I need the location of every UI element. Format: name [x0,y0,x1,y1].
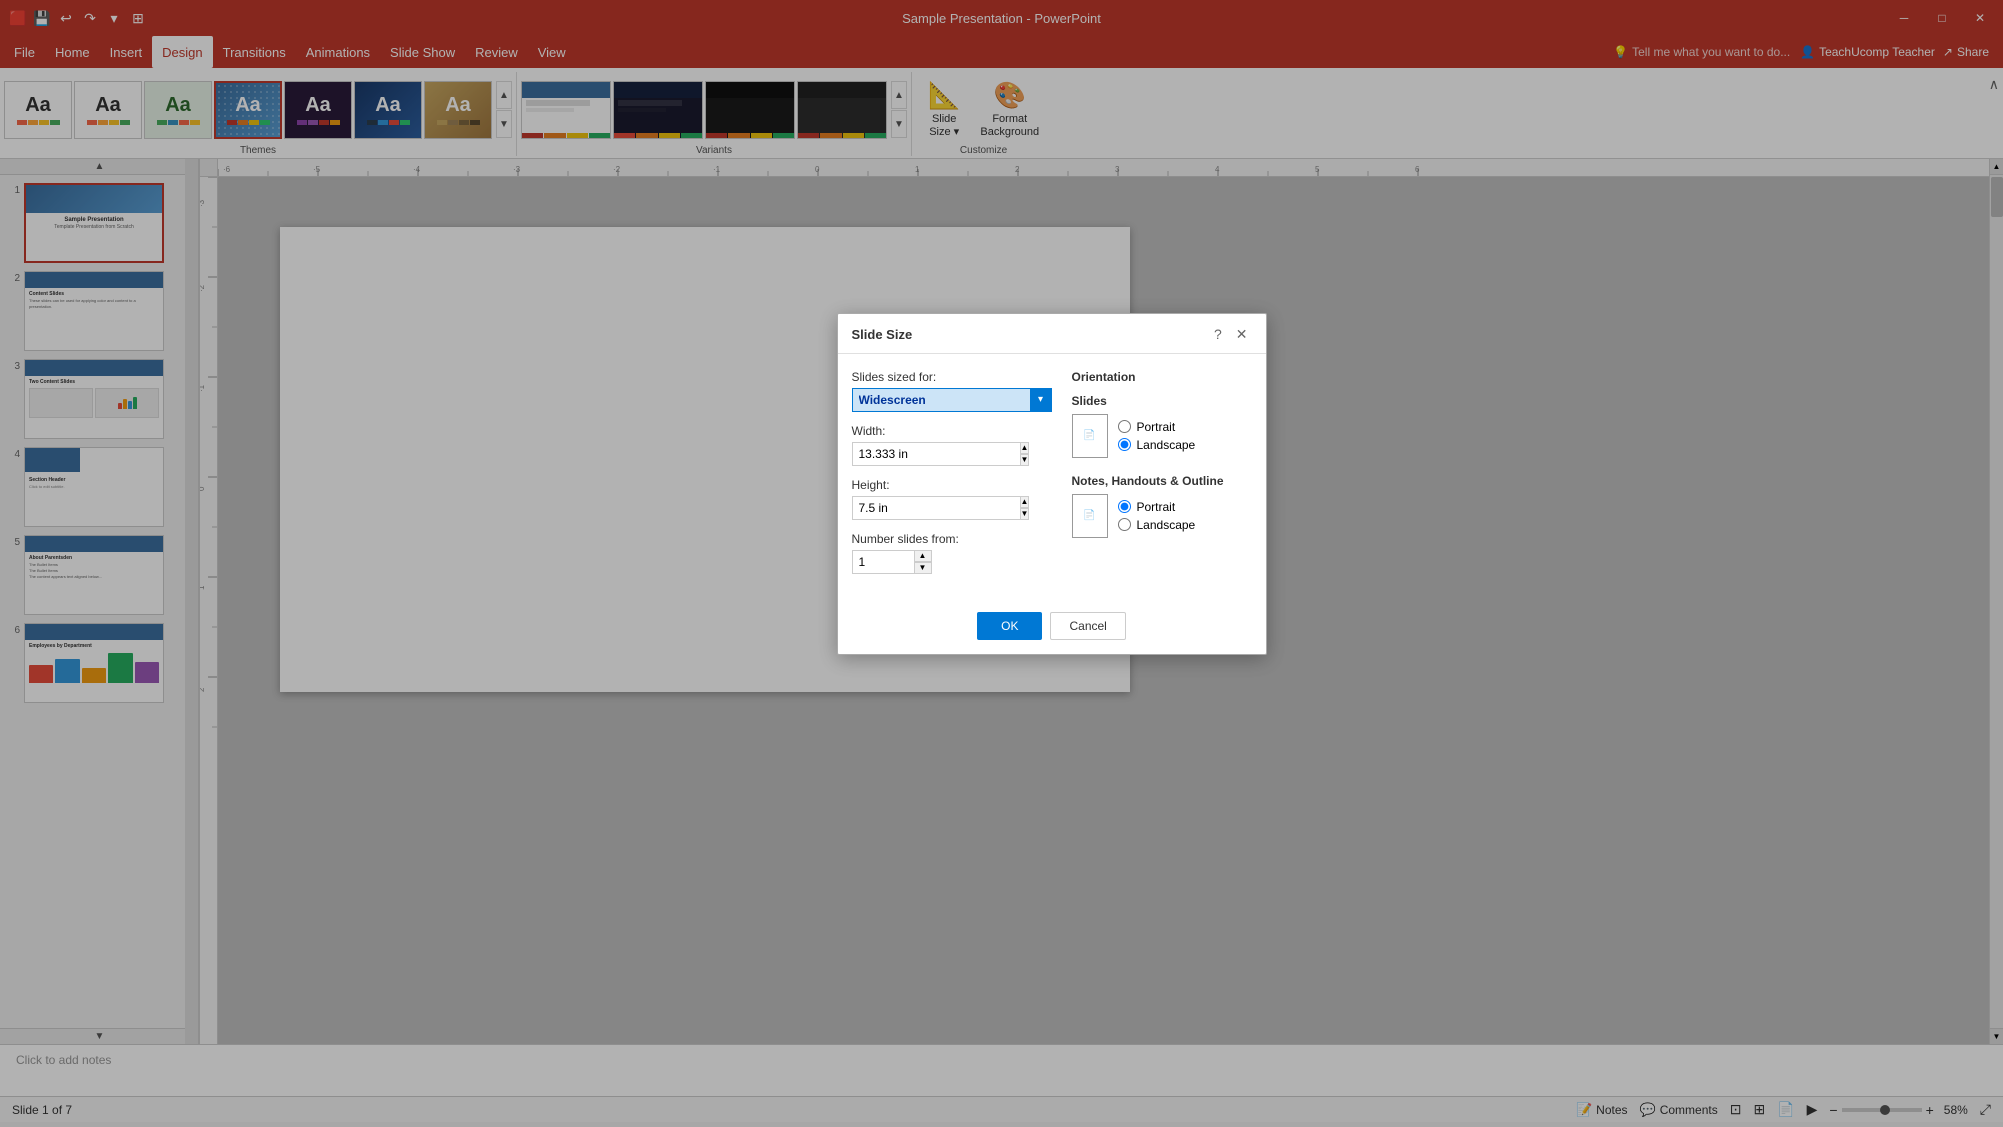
slides-orientation-icon: 📄 [1072,414,1108,458]
dialog-header-icons: ? ✕ [1210,324,1252,345]
cancel-button[interactable]: Cancel [1050,612,1125,640]
notes-portrait-option[interactable]: Portrait [1118,500,1196,514]
width-decrement-button[interactable]: ▼ [1020,454,1030,466]
height-increment-button[interactable]: ▲ [1020,496,1030,508]
notes-radio-options: Portrait Landscape [1118,500,1196,532]
dialog-header: Slide Size ? ✕ [838,314,1266,354]
slide-size-dialog: Slide Size ? ✕ Slides sized for: Widescr… [837,313,1267,655]
dialog-overlay: Slide Size ? ✕ Slides sized for: Widescr… [0,0,2003,1127]
slides-orientation-label: Slides [1072,394,1252,408]
width-group: Width: 13.333 in ▲ ▼ [852,424,1052,466]
width-label: Width: [852,424,1052,438]
slides-sized-for-wrapper: Widescreen Standard (4:3) Custom ▾ [852,388,1052,412]
number-slides-input[interactable]: 1 [852,550,914,574]
slides-landscape-radio[interactable] [1118,438,1131,451]
slides-portrait-option[interactable]: Portrait [1118,420,1196,434]
slides-portrait-radio[interactable] [1118,420,1131,433]
dialog-right: Orientation Slides 📄 Portrait [1072,370,1252,586]
slides-orientation-section: Slides 📄 Portrait Landscape [1072,394,1252,458]
slides-sized-for-select[interactable]: Widescreen Standard (4:3) Custom [852,388,1052,412]
number-slides-label: Number slides from: [852,532,1052,546]
dialog-footer: OK Cancel [838,602,1266,654]
notes-landscape-label: Landscape [1137,518,1196,532]
notes-orientation-options: 📄 Portrait Landscape [1072,494,1252,538]
number-slides-spinner: 1 ▲ ▼ [852,550,932,574]
number-slides-increment-button[interactable]: ▲ [914,550,932,562]
width-spinner-buttons: ▲ ▼ [1020,442,1030,466]
slides-landscape-label: Landscape [1137,438,1196,452]
notes-landscape-radio[interactable] [1118,518,1131,531]
ok-button[interactable]: OK [977,612,1042,640]
slides-sized-for-label: Slides sized for: [852,370,1052,384]
slides-portrait-label: Portrait [1137,420,1176,434]
notes-handouts-label: Notes, Handouts & Outline [1072,474,1252,488]
height-group: Height: 7.5 in ▲ ▼ [852,478,1052,520]
height-spinner-buttons: ▲ ▼ [1020,496,1030,520]
width-spinner: 13.333 in ▲ ▼ [852,442,932,466]
width-increment-button[interactable]: ▲ [1020,442,1030,454]
dialog-help-button[interactable]: ? [1210,324,1226,344]
notes-handouts-section: Notes, Handouts & Outline 📄 Portrait Lan… [1072,474,1252,538]
height-label: Height: [852,478,1052,492]
slides-orientation-options: 📄 Portrait Landscape [1072,414,1252,458]
dialog-left: Slides sized for: Widescreen Standard (4… [852,370,1052,586]
dialog-body: Slides sized for: Widescreen Standard (4… [838,354,1266,602]
slides-landscape-option[interactable]: Landscape [1118,438,1196,452]
slides-radio-options: Portrait Landscape [1118,420,1196,452]
notes-orientation-icon: 📄 [1072,494,1108,538]
height-decrement-button[interactable]: ▼ [1020,508,1030,520]
number-slides-decrement-button[interactable]: ▼ [914,562,932,574]
height-input[interactable]: 7.5 in [852,496,1020,520]
number-slides-group: Number slides from: 1 ▲ ▼ [852,532,1052,574]
slides-sized-for-group: Slides sized for: Widescreen Standard (4… [852,370,1052,412]
orientation-title: Orientation [1072,370,1252,384]
height-spinner: 7.5 in ▲ ▼ [852,496,932,520]
dialog-close-button[interactable]: ✕ [1232,324,1252,345]
dialog-title: Slide Size [852,327,913,342]
number-slides-spinner-buttons: ▲ ▼ [914,550,932,574]
notes-portrait-radio[interactable] [1118,500,1131,513]
width-input[interactable]: 13.333 in [852,442,1020,466]
notes-landscape-option[interactable]: Landscape [1118,518,1196,532]
notes-portrait-label: Portrait [1137,500,1176,514]
